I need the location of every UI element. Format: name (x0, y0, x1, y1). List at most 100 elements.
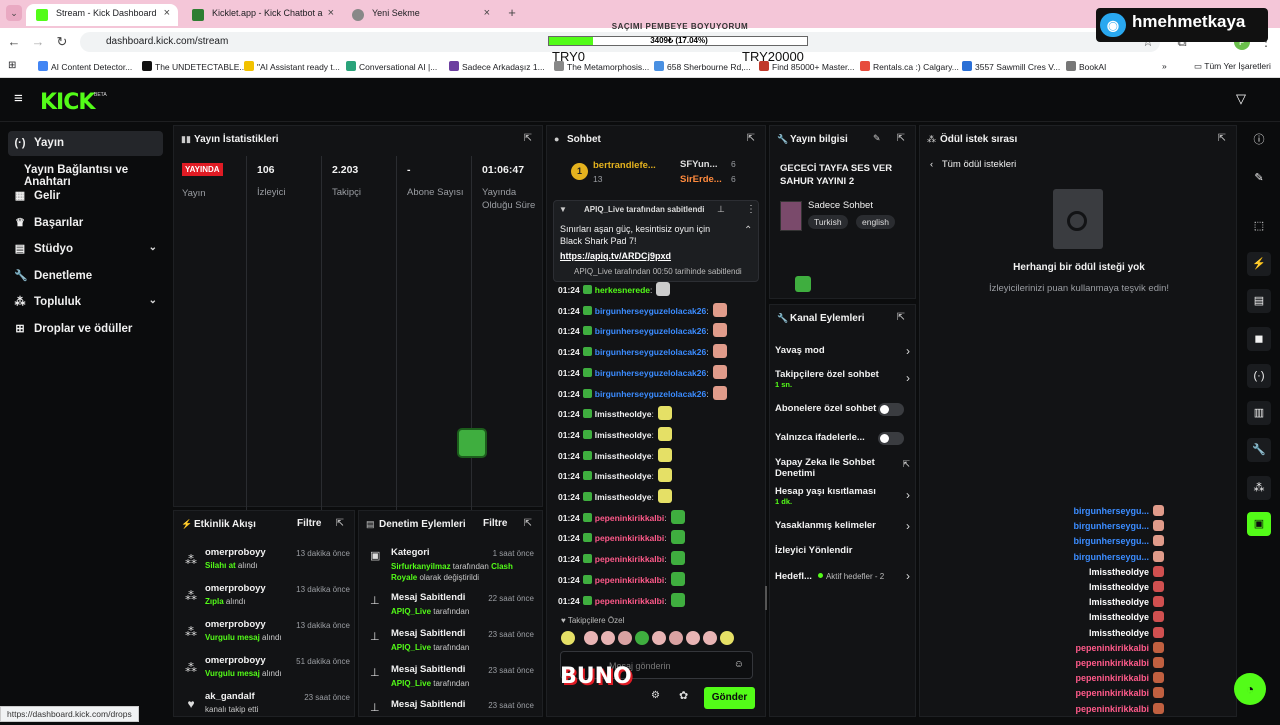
popout-icon[interactable]: ⇱ (897, 133, 905, 144)
close-icon[interactable]: × (328, 7, 334, 19)
send-button[interactable]: Gönder (704, 687, 755, 709)
popout-icon[interactable]: ⇱ (336, 518, 344, 529)
help-chat-button[interactable]: ◔ (1234, 673, 1266, 705)
layout-icon[interactable]: ▥ (1247, 401, 1271, 425)
activity-item[interactable]: ⁂ omerproboyy 13 dakika önce Silahı at alın… (180, 547, 350, 581)
document-icon[interactable]: ▤ (1247, 289, 1271, 313)
chat-message[interactable]: 01:24 pepeninkirikkalbi: (558, 551, 685, 566)
reward-icon[interactable]: ⁂ (1247, 476, 1271, 500)
bookmark-item[interactable]: 3557 Sawmill Cres V... (962, 61, 1060, 72)
close-icon[interactable]: × (484, 7, 490, 19)
chat-message[interactable]: 01:24 pepeninkirikkalbi: (558, 571, 685, 586)
info-icon[interactable]: ⓘ (1247, 128, 1271, 152)
quick-emote-icon[interactable] (601, 631, 615, 645)
chat-message[interactable]: 01:24 herkesneredе: (558, 282, 671, 296)
lightning-icon[interactable]: ⚡ (1247, 252, 1271, 276)
sidebar-item[interactable]: ⁂ Topluluk ⌄ (8, 290, 163, 315)
channel-action-item[interactable]: İzleyici Yönlendir (775, 545, 910, 556)
chat-message[interactable]: 01:24 birgunherseyguzelolacak26: (558, 323, 727, 338)
quick-emote-icon[interactable] (618, 631, 632, 645)
chat-message[interactable]: 01:24 pepeninkirikkalbi: (558, 509, 685, 524)
more-options-icon[interactable]: ⋮ (746, 204, 756, 215)
quick-emote-icon[interactable] (703, 631, 717, 645)
edit-pencil-icon[interactable]: ✎ (873, 133, 881, 144)
more-bookmarks-chevron-icon[interactable]: » (1162, 61, 1167, 71)
activity-item[interactable]: ⁂ omerproboyy 51 dakika önce Vurgulu mesaj … (180, 655, 350, 689)
chat-username[interactable]: pepeninkirikkalbi (595, 596, 664, 606)
pinned-message[interactable]: ▼ APIQ_Live tarafından sabitlendi ⊥ ⋮ Sı… (553, 200, 759, 282)
activity-username[interactable]: ak_gandalf (205, 691, 255, 702)
chat-username[interactable]: birgunherseyguzelolacak26 (595, 306, 707, 316)
close-icon[interactable]: × (164, 7, 170, 19)
bookmark-item[interactable]: Conversational AI |... (346, 61, 437, 72)
popout-icon[interactable]: ⇱ (524, 133, 532, 144)
sidebar-item[interactable]: Yayın Bağlantısı ve Anahtarı (8, 158, 163, 188)
chat-bubble-icon[interactable]: ◼ (1247, 327, 1271, 351)
emoji-picker-icon[interactable]: ☺ (734, 659, 744, 670)
all-rewards-back-link[interactable]: ‹ Tüm ödül istekleri (930, 159, 1016, 170)
channel-action-item[interactable]: Yasaklanmış kelimeler › (775, 519, 910, 533)
channel-action-item[interactable]: Yavaş mod › (775, 344, 910, 358)
bookmark-item[interactable]: "AI Assistant ready t... (244, 61, 340, 72)
moderator-name[interactable]: APIQ_Live (391, 643, 431, 652)
quick-emote-icon[interactable] (652, 631, 666, 645)
activity-username[interactable]: omerproboyy (205, 655, 266, 666)
sidebar-item[interactable]: ♛ Başarılar (8, 211, 163, 236)
chat-username[interactable]: lmisstheoldye (595, 492, 652, 502)
activity-item[interactable]: ⁂ omerproboyy 13 dakika önce Zıpla alındı (180, 583, 350, 617)
bookmark-item[interactable]: 658 Sherbourne Rd,... (654, 61, 751, 72)
quick-emote-icon[interactable] (669, 631, 683, 645)
popout-icon[interactable]: ⇱ (897, 312, 905, 323)
gifter-name[interactable]: bertrandlefe... (593, 160, 656, 171)
gifter-name[interactable]: SFYun... (680, 159, 717, 170)
channel-action-item[interactable]: Yapay Zeka ile Sohbet Denetimi ⇱ (775, 457, 910, 479)
chat-username[interactable]: pepeninkirikkalbi (595, 575, 664, 585)
bookmark-item[interactable]: Rentals.ca :) Calgary... (860, 61, 959, 72)
chat-username[interactable]: birgunherseyguzelolacak26 (595, 389, 707, 399)
moderator-name[interactable]: Sirfurkanyilmaz (391, 562, 451, 571)
chat-username[interactable]: pepeninkirikkalbi (595, 533, 664, 543)
channel-action-item[interactable]: Abonelere özel sohbet (775, 403, 910, 416)
moderator-name[interactable]: APIQ_Live (391, 607, 431, 616)
chat-username[interactable]: lmisstheoldye (595, 451, 652, 461)
bookmark-item[interactable]: Sadece Arkadaşız 1... (449, 61, 545, 72)
quick-emote-icon[interactable] (686, 631, 700, 645)
sidebar-item[interactable]: ⊞ Droplar ve ödüller (8, 317, 163, 342)
chat-username[interactable]: birgunherseyguzelolacak26 (595, 347, 707, 357)
stream-category[interactable]: Sadece Sohbet (808, 200, 873, 211)
channel-action-item[interactable]: Hedefl... Aktif hedefler - 2 › (775, 569, 910, 583)
quick-emote-icon[interactable] (561, 631, 575, 645)
tab-new[interactable]: Yeni Sekme × (342, 4, 498, 26)
tab-kicklet[interactable]: Kicklet.app - Kick Chatbot a × (182, 4, 342, 26)
moderator-name[interactable]: APIQ_Live (391, 679, 431, 688)
chat-username[interactable]: herkesneredе (595, 285, 650, 295)
hamburger-menu-icon[interactable]: ≡ (14, 91, 28, 106)
collapse-chevron-icon[interactable]: ⌃ (744, 225, 752, 236)
toggle-switch[interactable] (878, 432, 904, 445)
pinned-link[interactable]: https://apiq.tv/ARDCj9pxd (560, 251, 671, 261)
edit-pencil-icon[interactable]: ✎ (1247, 166, 1271, 190)
reload-icon[interactable]: ↻ (54, 34, 70, 50)
tab-kick-dashboard[interactable]: Stream - Kick Dashboard × (26, 4, 178, 26)
quick-emote-icon[interactable] (635, 631, 649, 645)
chat-username[interactable]: lmisstheoldye (595, 430, 652, 440)
apps-grid-icon[interactable]: ⊞ (8, 60, 16, 71)
kick-logo[interactable]: KICK (40, 90, 95, 115)
chat-username[interactable]: birgunherseyguzelolacak26 (595, 326, 707, 336)
quick-emote-icon[interactable] (720, 631, 734, 645)
activity-username[interactable]: omerproboyy (205, 547, 266, 558)
channel-action-item[interactable]: Yalnızca ifadelerle... (775, 432, 910, 445)
chat-message[interactable]: 01:24 birgunherseyguzelolacak26: (558, 302, 727, 317)
sidebar-item[interactable]: (·) Yayın (8, 131, 163, 156)
scrollbar[interactable] (765, 586, 767, 610)
sidebar-item[interactable]: 🔧 Denetleme (8, 264, 163, 289)
filter-button[interactable]: Filtre (297, 518, 321, 529)
broadcast-icon[interactable]: (·) (1247, 364, 1271, 388)
popout-icon[interactable]: ⇱ (747, 133, 755, 144)
chat-message[interactable]: 01:24 lmisstheoldye: (558, 426, 672, 441)
forward-arrow-icon[interactable]: → (30, 34, 46, 50)
activity-username[interactable]: omerproboyy (205, 583, 266, 594)
bookmark-item[interactable]: The UNDETECTABLE... (142, 61, 246, 72)
channel-action-item[interactable]: Takipçilere özel sohbet 1 sn. › (775, 369, 910, 389)
wrench-icon[interactable]: 🔧 (1247, 438, 1271, 462)
